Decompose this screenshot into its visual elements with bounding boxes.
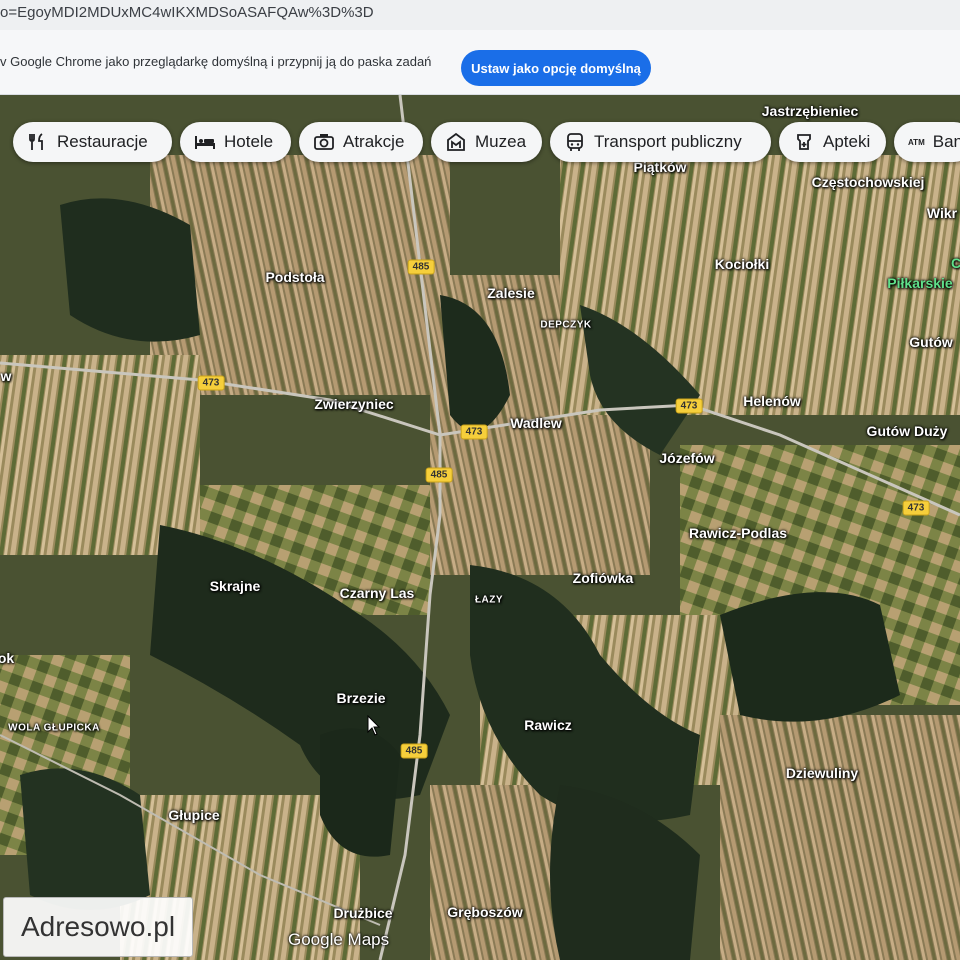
place-label[interactable]: Gutów — [909, 334, 953, 350]
place-label[interactable]: Gręboszów — [447, 904, 522, 920]
chip-label: Transport publiczny — [594, 132, 742, 151]
place-label[interactable]: Głupice — [168, 807, 219, 823]
atm-icon: ATM — [908, 137, 925, 147]
bed-icon — [194, 131, 216, 153]
place-label[interactable]: Helenów — [743, 393, 801, 409]
chip-label: Atrakcje — [343, 132, 405, 151]
satellite-map[interactable]: 485 473 473 473 485 473 485 Jastrzębieni… — [0, 95, 960, 960]
chip-public-transport[interactable]: Transport publiczny — [550, 122, 771, 162]
museum-icon — [445, 131, 467, 153]
place-label[interactable]: Zwierzyniec — [314, 396, 393, 412]
road-shield-473: 473 — [460, 424, 488, 440]
road-shield-485: 485 — [407, 259, 435, 275]
place-label[interactable]: ok — [0, 650, 14, 666]
place-label[interactable]: Zalesie — [487, 285, 534, 301]
place-label[interactable]: Zofiówka — [573, 570, 634, 586]
infobar-message: v Google Chrome jako przeglądarkę domyśl… — [0, 54, 432, 69]
watermark: Adresowo.pl — [3, 897, 193, 957]
chip-attractions[interactable]: Atrakcje — [299, 122, 423, 162]
satellite-imagery — [0, 95, 960, 960]
poi-label[interactable]: Piłkarskie — [887, 275, 952, 291]
place-label[interactable]: DEPCZYK — [540, 320, 591, 331]
road-shield-473: 473 — [197, 375, 225, 391]
chip-label: Muzea — [475, 132, 527, 151]
place-label[interactable]: Wadlew — [510, 415, 562, 431]
mouse-cursor-icon — [367, 715, 381, 736]
fork-knife-icon — [27, 131, 49, 153]
chip-label: Hotele — [224, 132, 274, 151]
place-label[interactable]: Kociołki — [715, 256, 769, 272]
chip-label: Restauracje — [57, 132, 148, 151]
google-maps-logo: Google Maps — [288, 930, 390, 949]
road-shield-473: 473 — [675, 398, 703, 414]
bus-icon — [564, 131, 586, 153]
place-label[interactable]: Jastrzębieniec — [762, 103, 859, 119]
address-bar[interactable]: o=EgoyMDI2MDUxMC4wIKXMDSoASAFQAw%3D%3D — [0, 0, 960, 31]
pharmacy-icon — [793, 131, 815, 153]
place-label[interactable]: Podstoła — [265, 269, 324, 285]
chip-pharmacies[interactable]: Apteki — [779, 122, 886, 162]
chip-atm[interactable]: ATM Ban — [894, 122, 960, 162]
chip-label: Ban — [932, 132, 960, 151]
road-shield-485: 485 — [425, 467, 453, 483]
place-label[interactable]: Rawicz — [524, 717, 571, 733]
place-label[interactable]: ŁAZY — [475, 595, 503, 606]
place-label[interactable]: Częstochowskiej — [812, 174, 925, 190]
chip-restaurants[interactable]: Restauracje — [13, 122, 172, 162]
place-label[interactable]: Skrajne — [210, 578, 261, 594]
place-label[interactable]: WOLA GŁUPICKA — [8, 723, 100, 734]
place-label[interactable]: w — [1, 368, 12, 384]
chip-hotels[interactable]: Hotele — [180, 122, 291, 162]
chip-label: Apteki — [823, 132, 871, 151]
place-label[interactable]: Wikr — [927, 205, 957, 221]
place-label[interactable]: Czarny Las — [340, 585, 415, 601]
place-label[interactable]: Brzezie — [336, 690, 385, 706]
set-default-button[interactable]: Ustaw jako opcję domyślną — [461, 50, 651, 86]
camera-icon — [313, 131, 335, 153]
place-label[interactable]: Rawicz-Podlas — [689, 525, 787, 541]
default-browser-infobar: v Google Chrome jako przeglądarkę domyśl… — [0, 30, 960, 95]
place-label[interactable]: Gutów Duży — [867, 423, 948, 439]
chip-museums[interactable]: Muzea — [431, 122, 542, 162]
place-label[interactable]: Józefów — [659, 450, 714, 466]
place-label[interactable]: Dziewuliny — [786, 765, 858, 781]
road-shield-485: 485 — [400, 743, 428, 759]
place-label[interactable]: Drużbice — [333, 905, 392, 921]
url-text: o=EgoyMDI2MDUxMC4wIKXMDSoASAFQAw%3D%3D — [0, 4, 374, 21]
poi-label[interactable]: C — [951, 255, 960, 271]
road-shield-473: 473 — [902, 500, 930, 516]
